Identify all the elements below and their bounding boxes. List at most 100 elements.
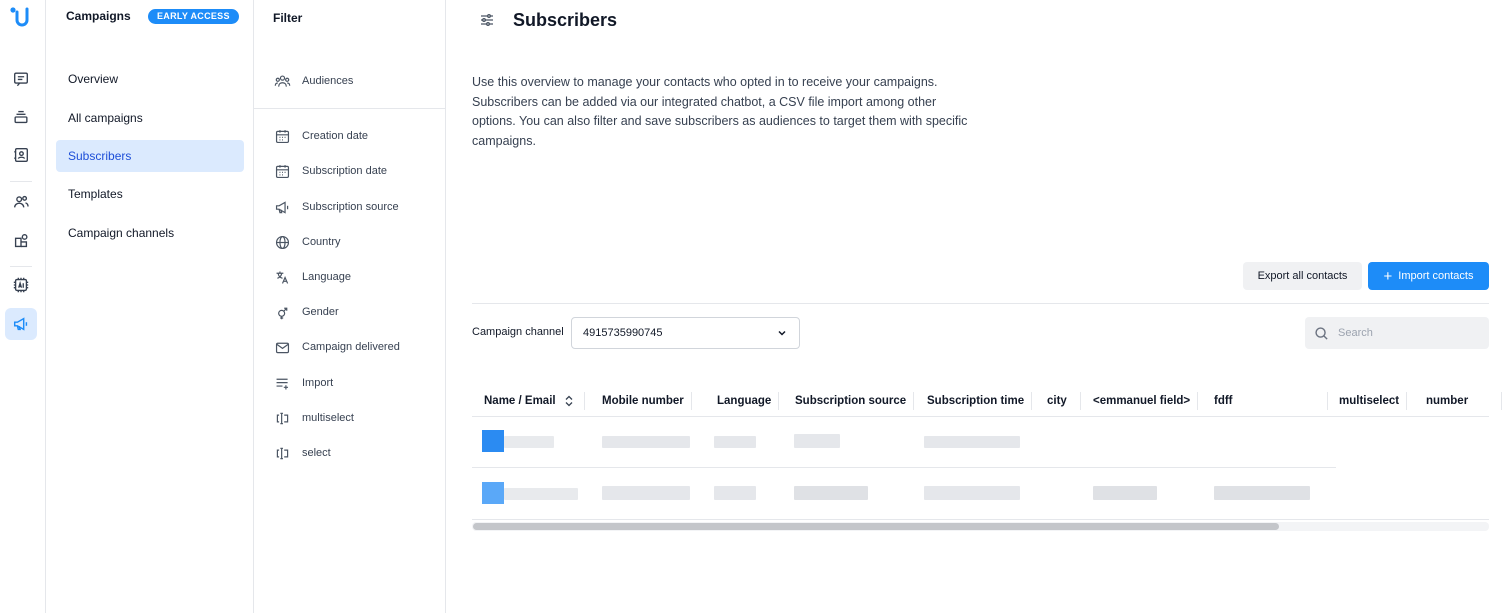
- sort-icon[interactable]: [564, 395, 574, 407]
- users-icon: [274, 74, 291, 87]
- redacted-source: [794, 434, 840, 448]
- page-title: Subscribers: [513, 10, 618, 30]
- nav-item-all-campaigns[interactable]: All campaigns: [56, 102, 244, 134]
- table-header: Name / Email Mobile number Language Subs…: [472, 385, 1503, 417]
- campaign-channel-select[interactable]: 4915735990745: [571, 317, 800, 349]
- import-contacts-button[interactable]: + Import contacts: [1368, 262, 1489, 290]
- users-icon[interactable]: [5, 186, 37, 218]
- column-header-number[interactable]: number: [1426, 385, 1503, 417]
- rail-divider: [10, 266, 32, 267]
- filter-title: Filter: [273, 11, 303, 25]
- avatar: [482, 482, 504, 504]
- column-header-city[interactable]: city: [1047, 385, 1081, 417]
- column-header-label: Subscription source: [795, 395, 907, 407]
- table-bottom-border: [472, 519, 1489, 520]
- column-header-multiselect[interactable]: multiselect: [1339, 385, 1408, 417]
- filter-language[interactable]: Language: [274, 267, 351, 287]
- column-header-language[interactable]: Language: [717, 385, 780, 417]
- scrollbar-thumb[interactable]: [473, 523, 1279, 530]
- search-icon: [1315, 326, 1328, 340]
- filter-label: multiselect: [302, 412, 354, 424]
- filter-panel: Filter Audiences Creation date Subscript…: [254, 0, 446, 613]
- button-label: Export all contacts: [1257, 270, 1348, 282]
- table-row[interactable]: [472, 416, 1336, 468]
- page-description: Use this overview to manage your contact…: [472, 75, 968, 148]
- redacted-time: [924, 436, 1020, 448]
- filter-audiences[interactable]: Audiences: [274, 71, 353, 91]
- filter-label: Gender: [302, 306, 339, 318]
- column-header-label: fdff: [1214, 395, 1233, 407]
- filter-label: select: [302, 447, 331, 459]
- filter-label: Subscription source: [302, 201, 399, 213]
- section-divider: [472, 303, 1489, 304]
- campaign-channel-value: 4915735990745: [583, 327, 663, 339]
- ai-chip-icon[interactable]: [5, 269, 37, 301]
- column-header-label: number: [1426, 395, 1469, 407]
- chevron-down-icon: [778, 330, 786, 336]
- nav-item-templates[interactable]: Templates: [56, 178, 244, 210]
- nav-title: Campaigns: [66, 9, 131, 23]
- chat-icon[interactable]: [5, 63, 37, 95]
- userlike-logo-icon[interactable]: [8, 5, 34, 31]
- campaign-channel-label: Campaign channel: [472, 326, 564, 338]
- column-header-label: Subscription time: [927, 395, 1025, 407]
- filter-country[interactable]: Country: [274, 232, 341, 252]
- filter-toggle-icon[interactable]: [479, 12, 495, 28]
- filter-campaign-delivered[interactable]: Campaign delivered: [274, 337, 400, 357]
- icon-rail: [0, 0, 46, 613]
- column-header-label: <emmanuel field>: [1093, 395, 1191, 407]
- redacted-name: [504, 488, 578, 500]
- redacted-emmanuel-field: [1093, 486, 1157, 500]
- column-header-subscription-time[interactable]: Subscription time: [927, 385, 1033, 417]
- filter-label: Creation date: [302, 130, 369, 142]
- filter-subscription-date[interactable]: Subscription date: [274, 161, 387, 181]
- redacted-language: [714, 486, 756, 500]
- column-header-subscription-source[interactable]: Subscription source: [795, 385, 915, 417]
- column-header-name-email[interactable]: Name / Email: [484, 385, 585, 417]
- filter-label: Language: [302, 271, 351, 283]
- horizontal-scrollbar[interactable]: [472, 522, 1489, 531]
- calendar-icon: [275, 129, 290, 143]
- megaphone-icon[interactable]: [5, 308, 37, 340]
- filter-divider: [254, 108, 446, 109]
- column-header-fdff[interactable]: fdff: [1214, 385, 1328, 417]
- main-content: Subscribers Use this overview to manage …: [446, 0, 1503, 613]
- early-access-badge: EARLY ACCESS: [148, 9, 239, 24]
- filter-label: Country: [302, 236, 341, 248]
- filter-import[interactable]: Import: [274, 373, 333, 393]
- gender-icon: [278, 307, 288, 319]
- column-header-mobile-number[interactable]: Mobile number: [602, 385, 692, 417]
- envelope-icon: [275, 342, 290, 353]
- redacted-source: [794, 486, 868, 500]
- list-add-icon: [276, 378, 289, 389]
- avatar: [482, 430, 504, 452]
- button-label: Import contacts: [1398, 270, 1474, 282]
- nav-item-campaign-channels[interactable]: Campaign channels: [56, 217, 244, 249]
- contact-book-icon[interactable]: [5, 139, 37, 171]
- search-input[interactable]: [1338, 327, 1478, 339]
- input-field-icon: [276, 412, 289, 424]
- table-row[interactable]: [472, 468, 1336, 520]
- redacted-time: [924, 486, 1020, 500]
- filter-multiselect[interactable]: multiselect: [274, 408, 354, 428]
- filter-label: Import: [302, 377, 334, 389]
- search-box[interactable]: [1305, 317, 1489, 349]
- filter-subscription-source[interactable]: Subscription source: [274, 197, 399, 217]
- globe-icon: [275, 235, 290, 249]
- plus-icon: +: [1383, 267, 1393, 285]
- filter-gender[interactable]: Gender: [274, 302, 339, 322]
- megaphone-icon: [275, 200, 289, 214]
- nav-item-overview[interactable]: Overview: [56, 63, 244, 95]
- translate-icon: [276, 271, 289, 284]
- layers-icon[interactable]: [5, 101, 37, 133]
- input-field-icon: [276, 447, 289, 459]
- nav-item-subscribers[interactable]: Subscribers: [56, 140, 244, 172]
- filter-label: Audiences: [302, 75, 354, 87]
- integrations-icon[interactable]: [5, 225, 37, 257]
- filter-select[interactable]: select: [274, 443, 331, 463]
- column-header-label: Mobile number: [602, 395, 684, 407]
- filter-creation-date[interactable]: Creation date: [274, 126, 368, 146]
- redacted-mobile: [602, 436, 690, 448]
- export-all-contacts-button[interactable]: Export all contacts: [1243, 262, 1362, 290]
- column-header-emmanuel-field[interactable]: <emmanuel field>: [1093, 385, 1199, 417]
